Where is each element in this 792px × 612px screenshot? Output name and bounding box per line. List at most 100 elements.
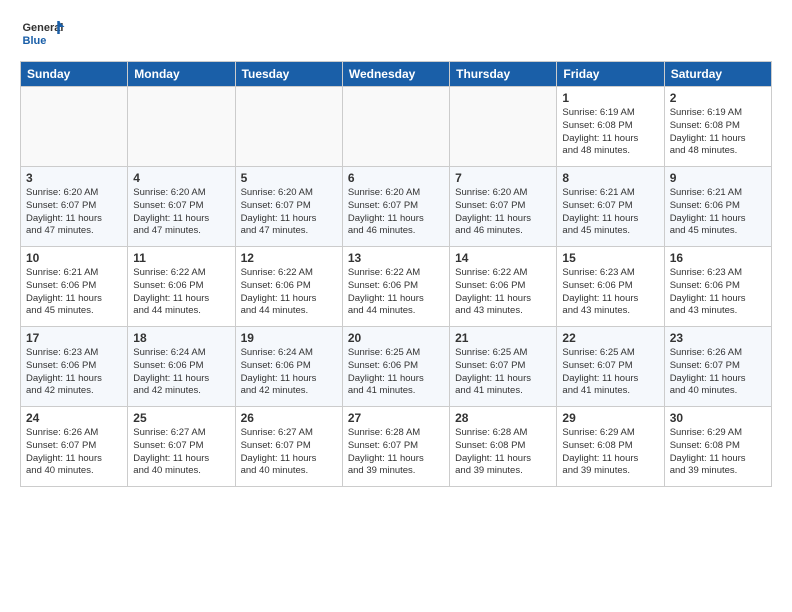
col-header-wednesday: Wednesday xyxy=(342,62,449,87)
day-info: Sunrise: 6:23 AM Sunset: 6:06 PM Dayligh… xyxy=(562,267,658,318)
day-info: Sunrise: 6:28 AM Sunset: 6:07 PM Dayligh… xyxy=(348,427,444,478)
day-info: Sunrise: 6:24 AM Sunset: 6:06 PM Dayligh… xyxy=(133,347,229,398)
day-cell: 2 Sunrise: 6:19 AM Sunset: 6:08 PM Daylig… xyxy=(664,87,771,167)
day-number: 5 xyxy=(241,171,337,185)
week-row-5: 24 Sunrise: 6:26 AM Sunset: 6:07 PM Dayli… xyxy=(21,407,772,487)
day-cell xyxy=(128,87,235,167)
calendar-table: SundayMondayTuesdayWednesdayThursdayFrid… xyxy=(20,61,772,487)
week-row-2: 3 Sunrise: 6:20 AM Sunset: 6:07 PM Daylig… xyxy=(21,167,772,247)
day-number: 21 xyxy=(455,331,551,345)
day-info: Sunrise: 6:24 AM Sunset: 6:06 PM Dayligh… xyxy=(241,347,337,398)
week-row-1: 1 Sunrise: 6:19 AM Sunset: 6:08 PM Daylig… xyxy=(21,87,772,167)
day-cell: 17 Sunrise: 6:23 AM Sunset: 6:06 PM Dayli… xyxy=(21,327,128,407)
day-cell: 5 Sunrise: 6:20 AM Sunset: 6:07 PM Daylig… xyxy=(235,167,342,247)
week-row-3: 10 Sunrise: 6:21 AM Sunset: 6:06 PM Dayli… xyxy=(21,247,772,327)
logo-icon: General Blue xyxy=(20,16,75,51)
header-row: SundayMondayTuesdayWednesdayThursdayFrid… xyxy=(21,62,772,87)
day-number: 22 xyxy=(562,331,658,345)
day-cell: 28 Sunrise: 6:28 AM Sunset: 6:08 PM Dayli… xyxy=(450,407,557,487)
logo: General Blue xyxy=(20,16,75,51)
day-cell: 24 Sunrise: 6:26 AM Sunset: 6:07 PM Dayli… xyxy=(21,407,128,487)
day-cell: 6Sunrise: 6:20 AM Sunset: 6:07 PM Daylig… xyxy=(342,167,449,247)
day-info: Sunrise: 6:22 AM Sunset: 6:06 PM Dayligh… xyxy=(241,267,337,318)
day-cell: 27 Sunrise: 6:28 AM Sunset: 6:07 PM Dayli… xyxy=(342,407,449,487)
day-cell: 4 Sunrise: 6:20 AM Sunset: 6:07 PM Daylig… xyxy=(128,167,235,247)
day-info: Sunrise: 6:22 AM Sunset: 6:06 PM Dayligh… xyxy=(133,267,229,318)
day-cell: 23 Sunrise: 6:26 AM Sunset: 6:07 PM Dayli… xyxy=(664,327,771,407)
day-info: Sunrise: 6:23 AM Sunset: 6:06 PM Dayligh… xyxy=(670,267,766,318)
day-info: Sunrise: 6:21 AM Sunset: 6:06 PM Dayligh… xyxy=(670,187,766,238)
day-info: Sunrise: 6:22 AM Sunset: 6:06 PM Dayligh… xyxy=(455,267,551,318)
day-info: Sunrise: 6:25 AM Sunset: 6:07 PM Dayligh… xyxy=(562,347,658,398)
day-number: 1 xyxy=(562,91,658,105)
day-cell: 25 Sunrise: 6:27 AM Sunset: 6:07 PM Dayli… xyxy=(128,407,235,487)
week-row-4: 17 Sunrise: 6:23 AM Sunset: 6:06 PM Dayli… xyxy=(21,327,772,407)
day-number: 11 xyxy=(133,251,229,265)
day-number: 17 xyxy=(26,331,122,345)
day-cell xyxy=(342,87,449,167)
day-number: 24 xyxy=(26,411,122,425)
day-info: Sunrise: 6:23 AM Sunset: 6:06 PM Dayligh… xyxy=(26,347,122,398)
day-number: 30 xyxy=(670,411,766,425)
day-number: 20 xyxy=(348,331,444,345)
day-cell: 3Sunrise: 6:20 AM Sunset: 6:07 PM Daylig… xyxy=(21,167,128,247)
day-cell: 21Sunrise: 6:25 AM Sunset: 6:07 PM Dayli… xyxy=(450,327,557,407)
day-info: Sunrise: 6:20 AM Sunset: 6:07 PM Dayligh… xyxy=(455,187,551,238)
day-number: 23 xyxy=(670,331,766,345)
day-number: 25 xyxy=(133,411,229,425)
day-cell: 9 Sunrise: 6:21 AM Sunset: 6:06 PM Daylig… xyxy=(664,167,771,247)
day-info: Sunrise: 6:25 AM Sunset: 6:06 PM Dayligh… xyxy=(348,347,444,398)
day-number: 27 xyxy=(348,411,444,425)
day-number: 18 xyxy=(133,331,229,345)
day-number: 4 xyxy=(133,171,229,185)
day-number: 7 xyxy=(455,171,551,185)
day-number: 13 xyxy=(348,251,444,265)
day-number: 10 xyxy=(26,251,122,265)
col-header-saturday: Saturday xyxy=(664,62,771,87)
day-cell: 26Sunrise: 6:27 AM Sunset: 6:07 PM Dayli… xyxy=(235,407,342,487)
day-info: Sunrise: 6:29 AM Sunset: 6:08 PM Dayligh… xyxy=(670,427,766,478)
col-header-thursday: Thursday xyxy=(450,62,557,87)
day-info: Sunrise: 6:20 AM Sunset: 6:07 PM Dayligh… xyxy=(241,187,337,238)
col-header-tuesday: Tuesday xyxy=(235,62,342,87)
day-cell: 8Sunrise: 6:21 AM Sunset: 6:07 PM Daylig… xyxy=(557,167,664,247)
day-cell: 7 Sunrise: 6:20 AM Sunset: 6:07 PM Daylig… xyxy=(450,167,557,247)
day-cell xyxy=(450,87,557,167)
day-number: 9 xyxy=(670,171,766,185)
day-cell: 11 Sunrise: 6:22 AM Sunset: 6:06 PM Dayli… xyxy=(128,247,235,327)
day-number: 28 xyxy=(455,411,551,425)
day-cell: 16 Sunrise: 6:23 AM Sunset: 6:06 PM Dayli… xyxy=(664,247,771,327)
day-info: Sunrise: 6:27 AM Sunset: 6:07 PM Dayligh… xyxy=(133,427,229,478)
day-cell: 10 Sunrise: 6:21 AM Sunset: 6:06 PM Dayli… xyxy=(21,247,128,327)
col-header-friday: Friday xyxy=(557,62,664,87)
day-cell: 15Sunrise: 6:23 AM Sunset: 6:06 PM Dayli… xyxy=(557,247,664,327)
day-info: Sunrise: 6:28 AM Sunset: 6:08 PM Dayligh… xyxy=(455,427,551,478)
day-cell: 22 Sunrise: 6:25 AM Sunset: 6:07 PM Dayli… xyxy=(557,327,664,407)
day-info: Sunrise: 6:29 AM Sunset: 6:08 PM Dayligh… xyxy=(562,427,658,478)
day-cell: 30 Sunrise: 6:29 AM Sunset: 6:08 PM Dayli… xyxy=(664,407,771,487)
day-number: 3 xyxy=(26,171,122,185)
day-info: Sunrise: 6:19 AM Sunset: 6:08 PM Dayligh… xyxy=(670,107,766,158)
day-number: 6 xyxy=(348,171,444,185)
day-number: 19 xyxy=(241,331,337,345)
day-info: Sunrise: 6:20 AM Sunset: 6:07 PM Dayligh… xyxy=(133,187,229,238)
day-info: Sunrise: 6:19 AM Sunset: 6:08 PM Dayligh… xyxy=(562,107,658,158)
day-cell xyxy=(21,87,128,167)
day-cell: 20 Sunrise: 6:25 AM Sunset: 6:06 PM Dayli… xyxy=(342,327,449,407)
day-cell xyxy=(235,87,342,167)
day-info: Sunrise: 6:26 AM Sunset: 6:07 PM Dayligh… xyxy=(26,427,122,478)
page: General Blue SundayMondayTuesdayWednesda… xyxy=(0,0,792,497)
col-header-sunday: Sunday xyxy=(21,62,128,87)
header: General Blue xyxy=(20,16,772,51)
day-cell: 12 Sunrise: 6:22 AM Sunset: 6:06 PM Dayli… xyxy=(235,247,342,327)
day-number: 29 xyxy=(562,411,658,425)
day-cell: 14Sunrise: 6:22 AM Sunset: 6:06 PM Dayli… xyxy=(450,247,557,327)
day-number: 12 xyxy=(241,251,337,265)
day-info: Sunrise: 6:21 AM Sunset: 6:06 PM Dayligh… xyxy=(26,267,122,318)
day-number: 16 xyxy=(670,251,766,265)
day-info: Sunrise: 6:26 AM Sunset: 6:07 PM Dayligh… xyxy=(670,347,766,398)
day-number: 2 xyxy=(670,91,766,105)
day-number: 8 xyxy=(562,171,658,185)
day-cell: 18 Sunrise: 6:24 AM Sunset: 6:06 PM Dayli… xyxy=(128,327,235,407)
day-number: 26 xyxy=(241,411,337,425)
